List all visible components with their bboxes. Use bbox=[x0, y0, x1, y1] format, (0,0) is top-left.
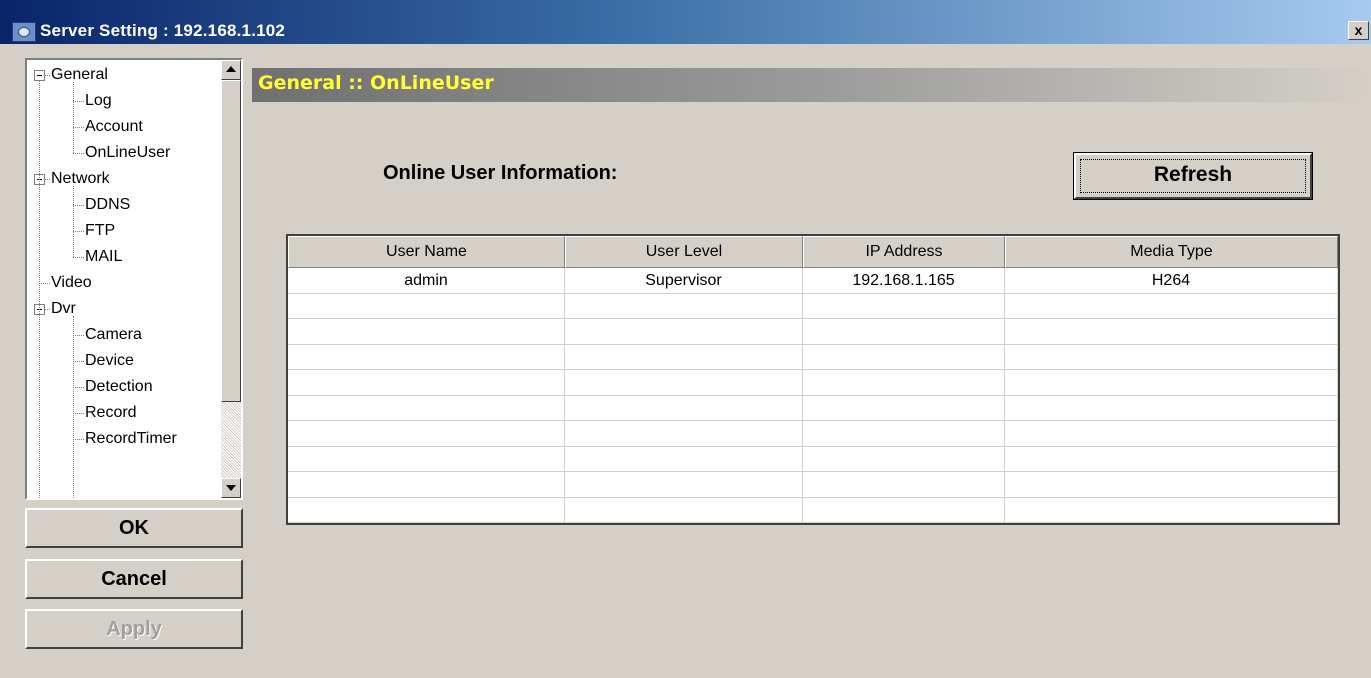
close-button[interactable]: x bbox=[1348, 21, 1369, 40]
cell-user-level bbox=[565, 395, 803, 420]
cell-user-name bbox=[288, 344, 565, 369]
panel-title: General :: OnLineUser bbox=[258, 72, 494, 94]
table-row-empty[interactable] bbox=[288, 319, 1338, 345]
scroll-down-arrow-icon[interactable] bbox=[221, 478, 241, 498]
tree-item-onlineuser[interactable]: OnLineUser bbox=[85, 140, 170, 166]
tree-item-record[interactable]: Record bbox=[85, 400, 137, 426]
cell-user-level bbox=[565, 446, 803, 471]
cell-user-level: Supervisor bbox=[565, 268, 803, 293]
table-row-empty[interactable] bbox=[288, 472, 1338, 498]
table-row-empty[interactable] bbox=[288, 344, 1338, 370]
cell-ip-address bbox=[803, 395, 1005, 420]
cell-media-type: H264 bbox=[1005, 268, 1338, 293]
cell-media-type bbox=[1005, 472, 1338, 497]
focus-rectangle bbox=[1080, 159, 1306, 193]
cell-media-type bbox=[1005, 446, 1338, 471]
cell-ip-address: 192.168.1.165 bbox=[803, 268, 1005, 293]
online-user-info-label: Online User Information: bbox=[383, 162, 618, 184]
cell-media-type bbox=[1005, 319, 1338, 344]
tree-item-detection[interactable]: Detection bbox=[85, 374, 153, 400]
online-user-table[interactable]: User Name User Level IP Address Media Ty… bbox=[286, 234, 1340, 525]
table-row-empty[interactable] bbox=[288, 370, 1338, 396]
tree-item-ftp[interactable]: FTP bbox=[85, 218, 115, 244]
cell-user-level bbox=[565, 319, 803, 344]
scroll-thumb[interactable] bbox=[221, 80, 241, 402]
table-row-empty[interactable] bbox=[288, 293, 1338, 319]
cell-ip-address bbox=[803, 370, 1005, 395]
cell-media-type bbox=[1005, 395, 1338, 420]
cell-user-name bbox=[288, 370, 565, 395]
cell-user-level bbox=[565, 421, 803, 446]
cell-media-type bbox=[1005, 497, 1338, 522]
column-header-user-name[interactable]: User Name bbox=[288, 236, 565, 268]
tree-item-account[interactable]: Account bbox=[85, 114, 143, 140]
tree-item-mail[interactable]: MAIL bbox=[85, 244, 122, 270]
cell-user-name bbox=[288, 472, 565, 497]
tree-item-video[interactable]: Video bbox=[51, 270, 92, 296]
app-icon bbox=[12, 22, 36, 42]
table-row-empty[interactable] bbox=[288, 421, 1338, 447]
tree-items: General Log Account OnLineUser Network DDNS FT… bbox=[27, 60, 221, 498]
column-header-ip-address[interactable]: IP Address bbox=[803, 236, 1005, 268]
tree-item-ddns[interactable]: DDNS bbox=[85, 192, 130, 218]
cell-media-type bbox=[1005, 370, 1338, 395]
title-bar[interactable]: Server Setting : 192.168.1.102 x bbox=[0, 0, 1371, 44]
cell-ip-address bbox=[803, 446, 1005, 471]
table-header: User Name User Level IP Address Media Ty… bbox=[288, 236, 1338, 268]
panel-header: General :: OnLineUser bbox=[252, 68, 1371, 102]
table-row-empty[interactable] bbox=[288, 446, 1338, 472]
cell-user-name bbox=[288, 421, 565, 446]
table-row[interactable]: admin Supervisor 192.168.1.165 H264 bbox=[288, 268, 1338, 294]
cell-user-name bbox=[288, 293, 565, 318]
cell-user-name: admin bbox=[288, 268, 565, 293]
tree-item-network[interactable]: Network bbox=[51, 166, 110, 192]
table-body: admin Supervisor 192.168.1.165 H264 bbox=[288, 268, 1338, 523]
tree-item-recordtimer[interactable]: RecordTimer bbox=[85, 426, 177, 452]
cell-user-level bbox=[565, 293, 803, 318]
table-row-empty[interactable] bbox=[288, 395, 1338, 421]
cell-user-name bbox=[288, 446, 565, 471]
ok-button[interactable]: OK bbox=[25, 508, 243, 548]
cell-ip-address bbox=[803, 421, 1005, 446]
tree-item-log[interactable]: Log bbox=[85, 88, 112, 114]
tree-item-device[interactable]: Device bbox=[85, 348, 134, 374]
cell-media-type bbox=[1005, 344, 1338, 369]
cell-media-type bbox=[1005, 421, 1338, 446]
cell-user-level bbox=[565, 370, 803, 395]
cell-user-name bbox=[288, 497, 565, 522]
cell-user-level bbox=[565, 472, 803, 497]
cell-ip-address bbox=[803, 497, 1005, 522]
cell-user-level bbox=[565, 344, 803, 369]
tree-scrollbar[interactable] bbox=[221, 60, 241, 498]
cell-user-level bbox=[565, 497, 803, 522]
cell-media-type bbox=[1005, 293, 1338, 318]
cell-ip-address bbox=[803, 472, 1005, 497]
tree-item-general[interactable]: General bbox=[51, 62, 108, 88]
cell-user-name bbox=[288, 395, 565, 420]
column-header-media-type[interactable]: Media Type bbox=[1005, 236, 1338, 268]
tree-item-camera[interactable]: Camera bbox=[85, 322, 142, 348]
refresh-button[interactable]: Refresh bbox=[1073, 152, 1313, 200]
cancel-button[interactable]: Cancel bbox=[25, 559, 243, 599]
cell-user-name bbox=[288, 319, 565, 344]
settings-tree[interactable]: General Log Account OnLineUser Network DDNS FT… bbox=[25, 58, 243, 500]
column-header-user-level[interactable]: User Level bbox=[565, 236, 803, 268]
cell-ip-address bbox=[803, 293, 1005, 318]
apply-button[interactable]: Apply bbox=[25, 609, 243, 649]
cell-ip-address bbox=[803, 344, 1005, 369]
window-title: Server Setting : 192.168.1.102 bbox=[40, 21, 286, 40]
scroll-up-arrow-icon[interactable] bbox=[221, 60, 241, 80]
cell-ip-address bbox=[803, 319, 1005, 344]
table-row-empty[interactable] bbox=[288, 497, 1338, 523]
